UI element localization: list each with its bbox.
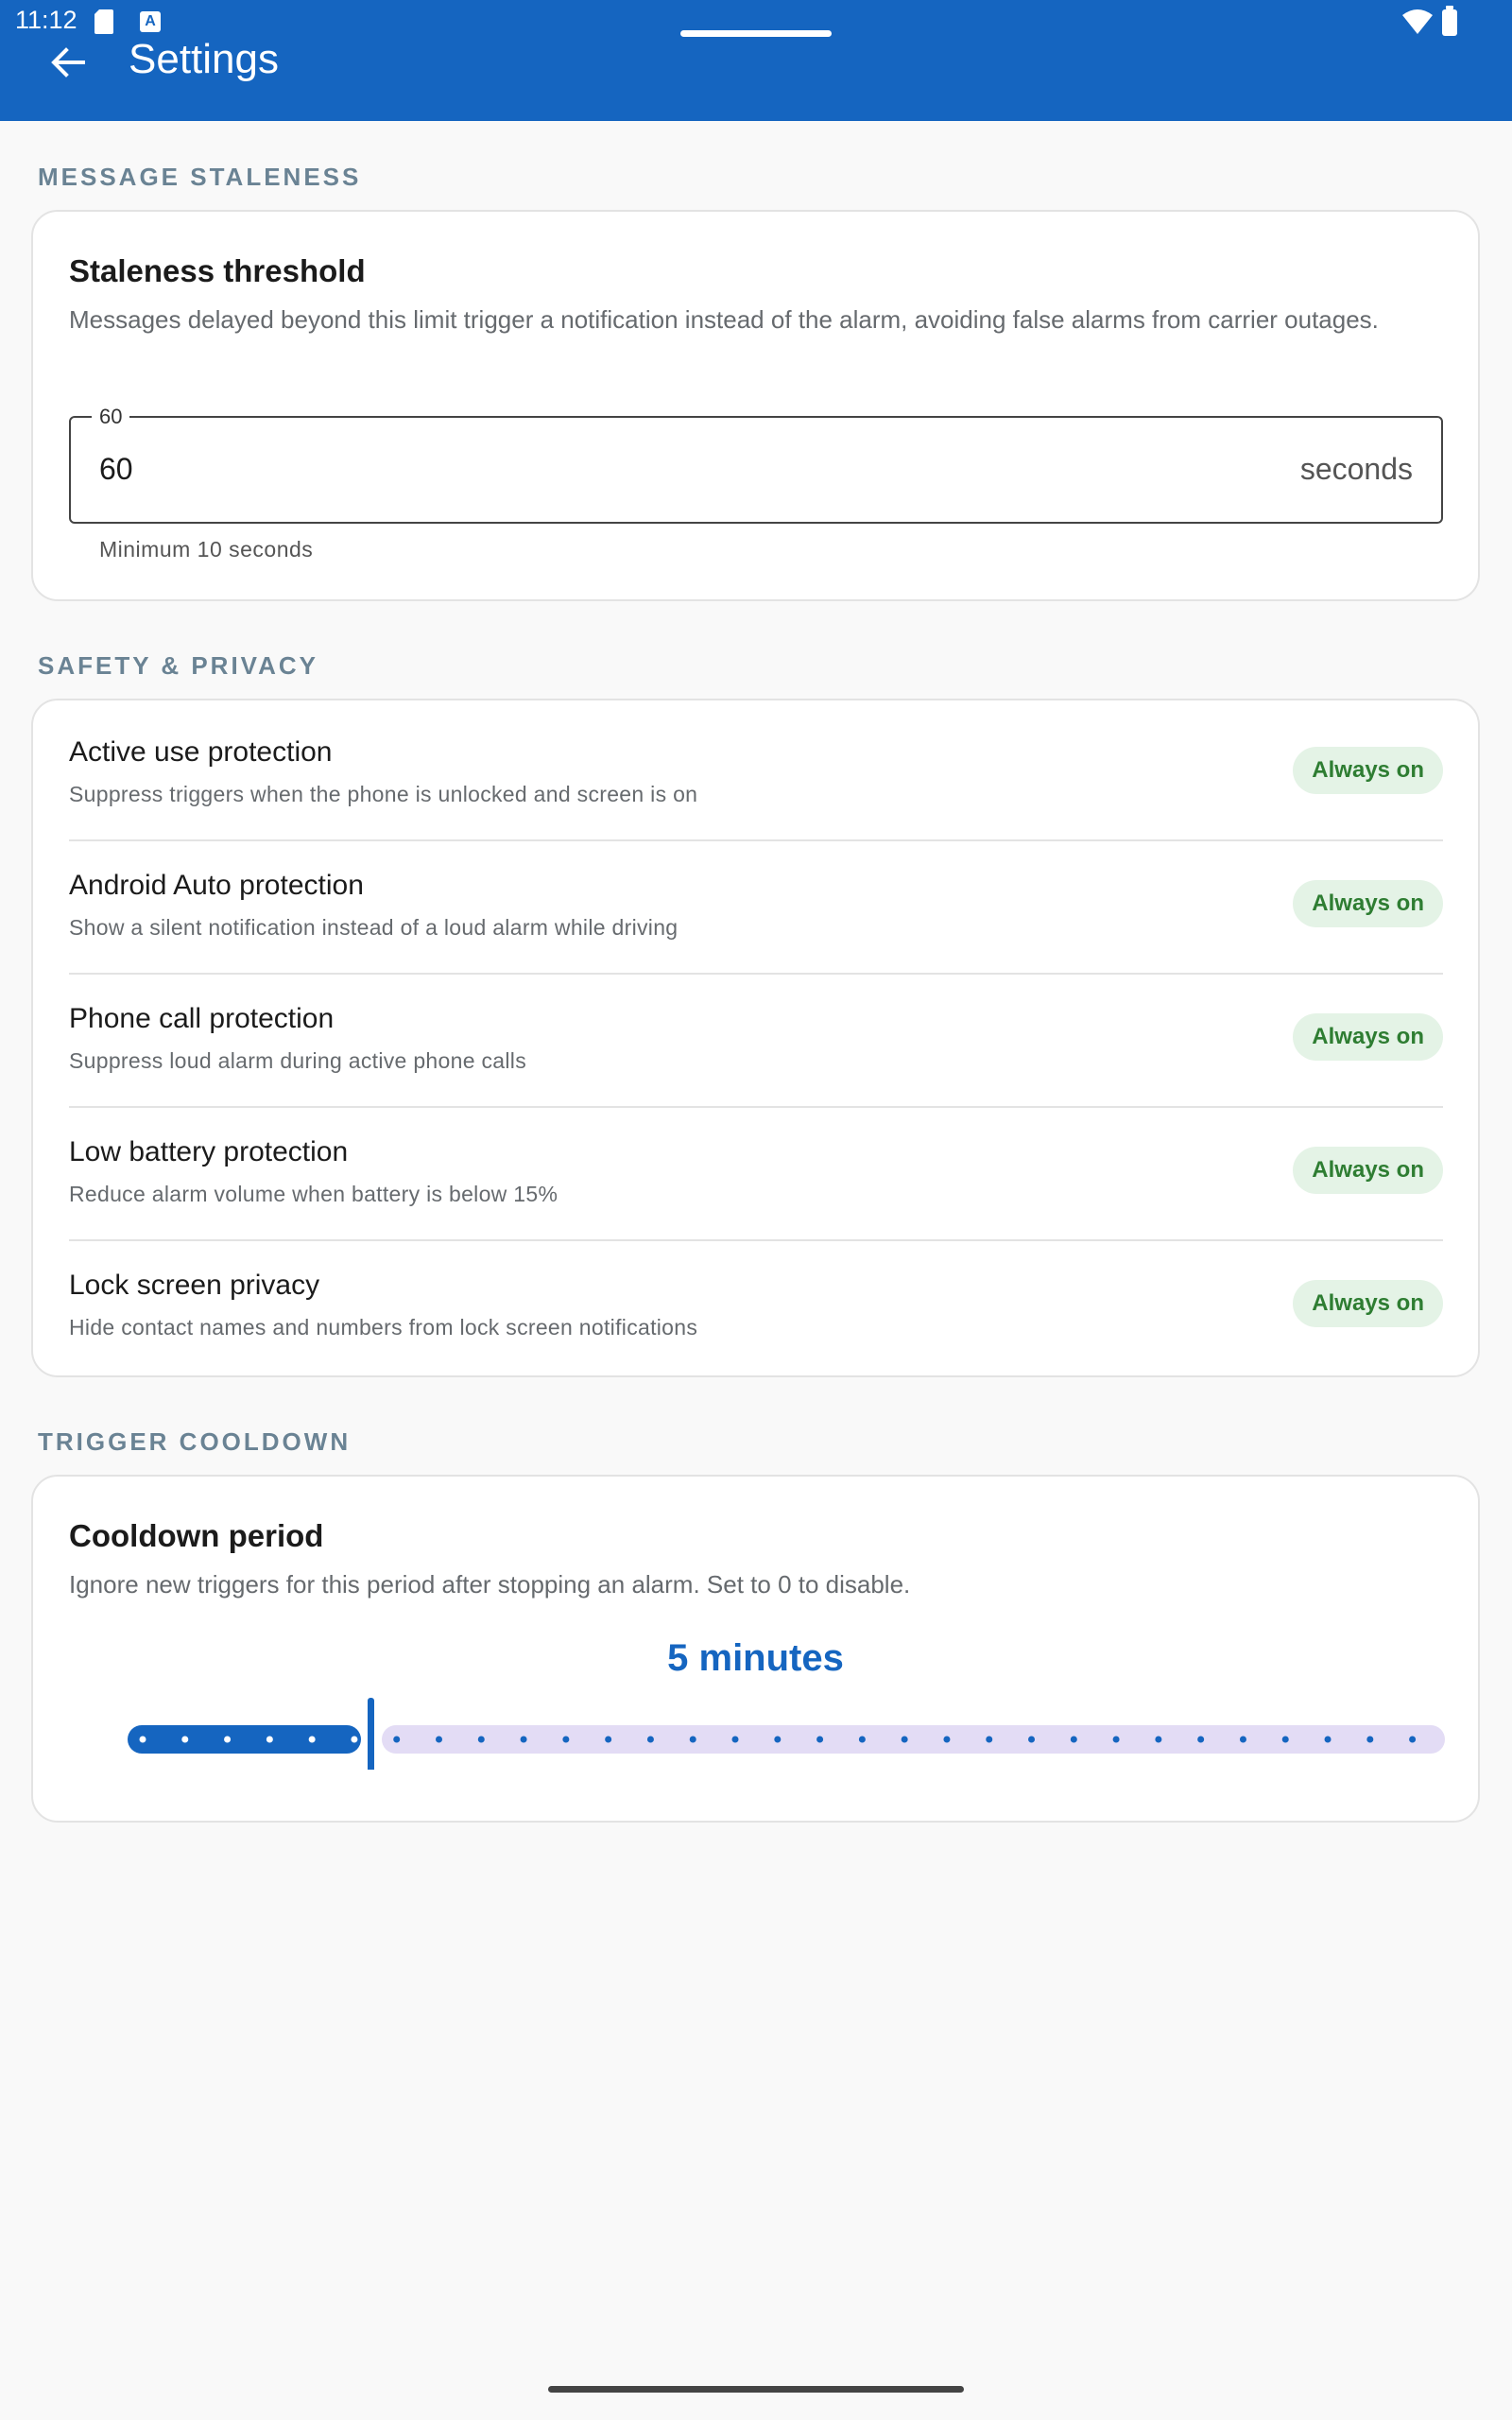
staleness-helper-text: Minimum 10 seconds [99, 537, 314, 562]
always-on-badge: Always on [1293, 880, 1443, 927]
staleness-card: Staleness threshold Messages delayed bey… [31, 210, 1480, 601]
staleness-title: Staleness threshold [69, 253, 366, 288]
slider-tick [562, 1736, 570, 1743]
slider-tick [1239, 1736, 1246, 1743]
always-on-badge: Always on [1293, 1147, 1443, 1194]
slider-tick [774, 1736, 782, 1743]
always-on-badge: Always on [1293, 1280, 1443, 1327]
row-title: Active use protection [69, 736, 333, 768]
cooldown-title: Cooldown period [69, 1518, 324, 1553]
battery-icon [1442, 6, 1457, 36]
cooldown-card: Cooldown period Ignore new triggers for … [31, 1475, 1480, 1823]
setting-row-android-auto: Android Auto protection Show a silent no… [69, 834, 1443, 966]
home-indicator [548, 2386, 964, 2393]
staleness-input-suffix: seconds [1299, 452, 1413, 486]
section-header-safety: SAFETY & PRIVACY [38, 651, 318, 680]
row-subtitle: Suppress loud alarm during active phone … [69, 1048, 526, 1073]
slider-tick [351, 1736, 358, 1743]
always-on-badge: Always on [1293, 1013, 1443, 1061]
row-title: Phone call protection [69, 1003, 335, 1034]
staleness-input[interactable]: 60 60 seconds [69, 405, 1443, 524]
back-arrow-icon[interactable] [47, 42, 89, 83]
section-header-cooldown: TRIGGER COOLDOWN [38, 1427, 352, 1456]
slider-tick [181, 1736, 189, 1743]
slider-tick [1197, 1736, 1205, 1743]
row-title: Low battery protection [69, 1136, 349, 1167]
slider-tick [139, 1736, 146, 1743]
slider-tick [1409, 1736, 1417, 1743]
sd-card-icon [94, 9, 113, 34]
slider-tick [646, 1736, 654, 1743]
setting-row-active-use: Active use protection Suppress triggers … [69, 700, 1443, 833]
slider-tick [520, 1736, 527, 1743]
slider-tick [1070, 1736, 1077, 1743]
staleness-input-label: 60 [92, 405, 130, 429]
setting-row-low-battery: Low battery protection Reduce alarm volu… [69, 1100, 1443, 1233]
row-title: Lock screen privacy [69, 1270, 320, 1301]
app-bar: 11:12 A Settings [0, 0, 1512, 121]
setting-row-lock-screen: Lock screen privacy Hide contact names a… [69, 1234, 1443, 1366]
slider-tick [1028, 1736, 1036, 1743]
slider-tick [689, 1736, 696, 1743]
section-header-staleness: MESSAGE STALENESS [38, 163, 362, 191]
row-subtitle: Suppress triggers when the phone is unlo… [69, 782, 698, 806]
slider-active-track [128, 1725, 361, 1754]
slider-tick [731, 1736, 739, 1743]
row-subtitle: Hide contact names and numbers from lock… [69, 1315, 698, 1340]
slider-tick [858, 1736, 866, 1743]
row-subtitle: Show a silent notification instead of a … [69, 915, 679, 940]
cooldown-description: Ignore new triggers for this period afte… [69, 1570, 911, 1599]
slider-tick [1324, 1736, 1332, 1743]
slider-tick [943, 1736, 951, 1743]
slider-tick [1112, 1736, 1120, 1743]
slider-thumb[interactable] [368, 1698, 374, 1770]
slider-tick [224, 1736, 232, 1743]
slider-tick [266, 1736, 273, 1743]
cooldown-value-label: 5 minutes [667, 1637, 844, 1679]
status-time: 11:12 [15, 6, 77, 34]
slider-tick [477, 1736, 485, 1743]
drag-handle [680, 30, 832, 37]
slider-tick [393, 1736, 401, 1743]
slider-tick [308, 1736, 316, 1743]
row-subtitle: Reduce alarm volume when battery is belo… [69, 1182, 558, 1206]
slider-tick [901, 1736, 908, 1743]
slider-tick [816, 1736, 824, 1743]
slider-tick [436, 1736, 443, 1743]
slider-tick [605, 1736, 612, 1743]
slider-tick [986, 1736, 993, 1743]
safety-card: Active use protection Suppress triggers … [31, 699, 1480, 1377]
staleness-input-value[interactable]: 60 [99, 452, 133, 487]
setting-row-phone-call: Phone call protection Suppress loud alar… [69, 967, 1443, 1099]
slider-tick [1366, 1736, 1374, 1743]
row-title: Android Auto protection [69, 870, 364, 901]
always-on-badge: Always on [1293, 747, 1443, 794]
wifi-icon [1402, 9, 1433, 34]
slider-tick [1155, 1736, 1162, 1743]
slider-tick [1281, 1736, 1289, 1743]
cooldown-slider[interactable] [33, 1694, 1482, 1770]
staleness-description: Messages delayed beyond this limit trigg… [69, 305, 1379, 334]
accessibility-icon: A [140, 11, 161, 32]
page-title: Settings [129, 36, 279, 82]
